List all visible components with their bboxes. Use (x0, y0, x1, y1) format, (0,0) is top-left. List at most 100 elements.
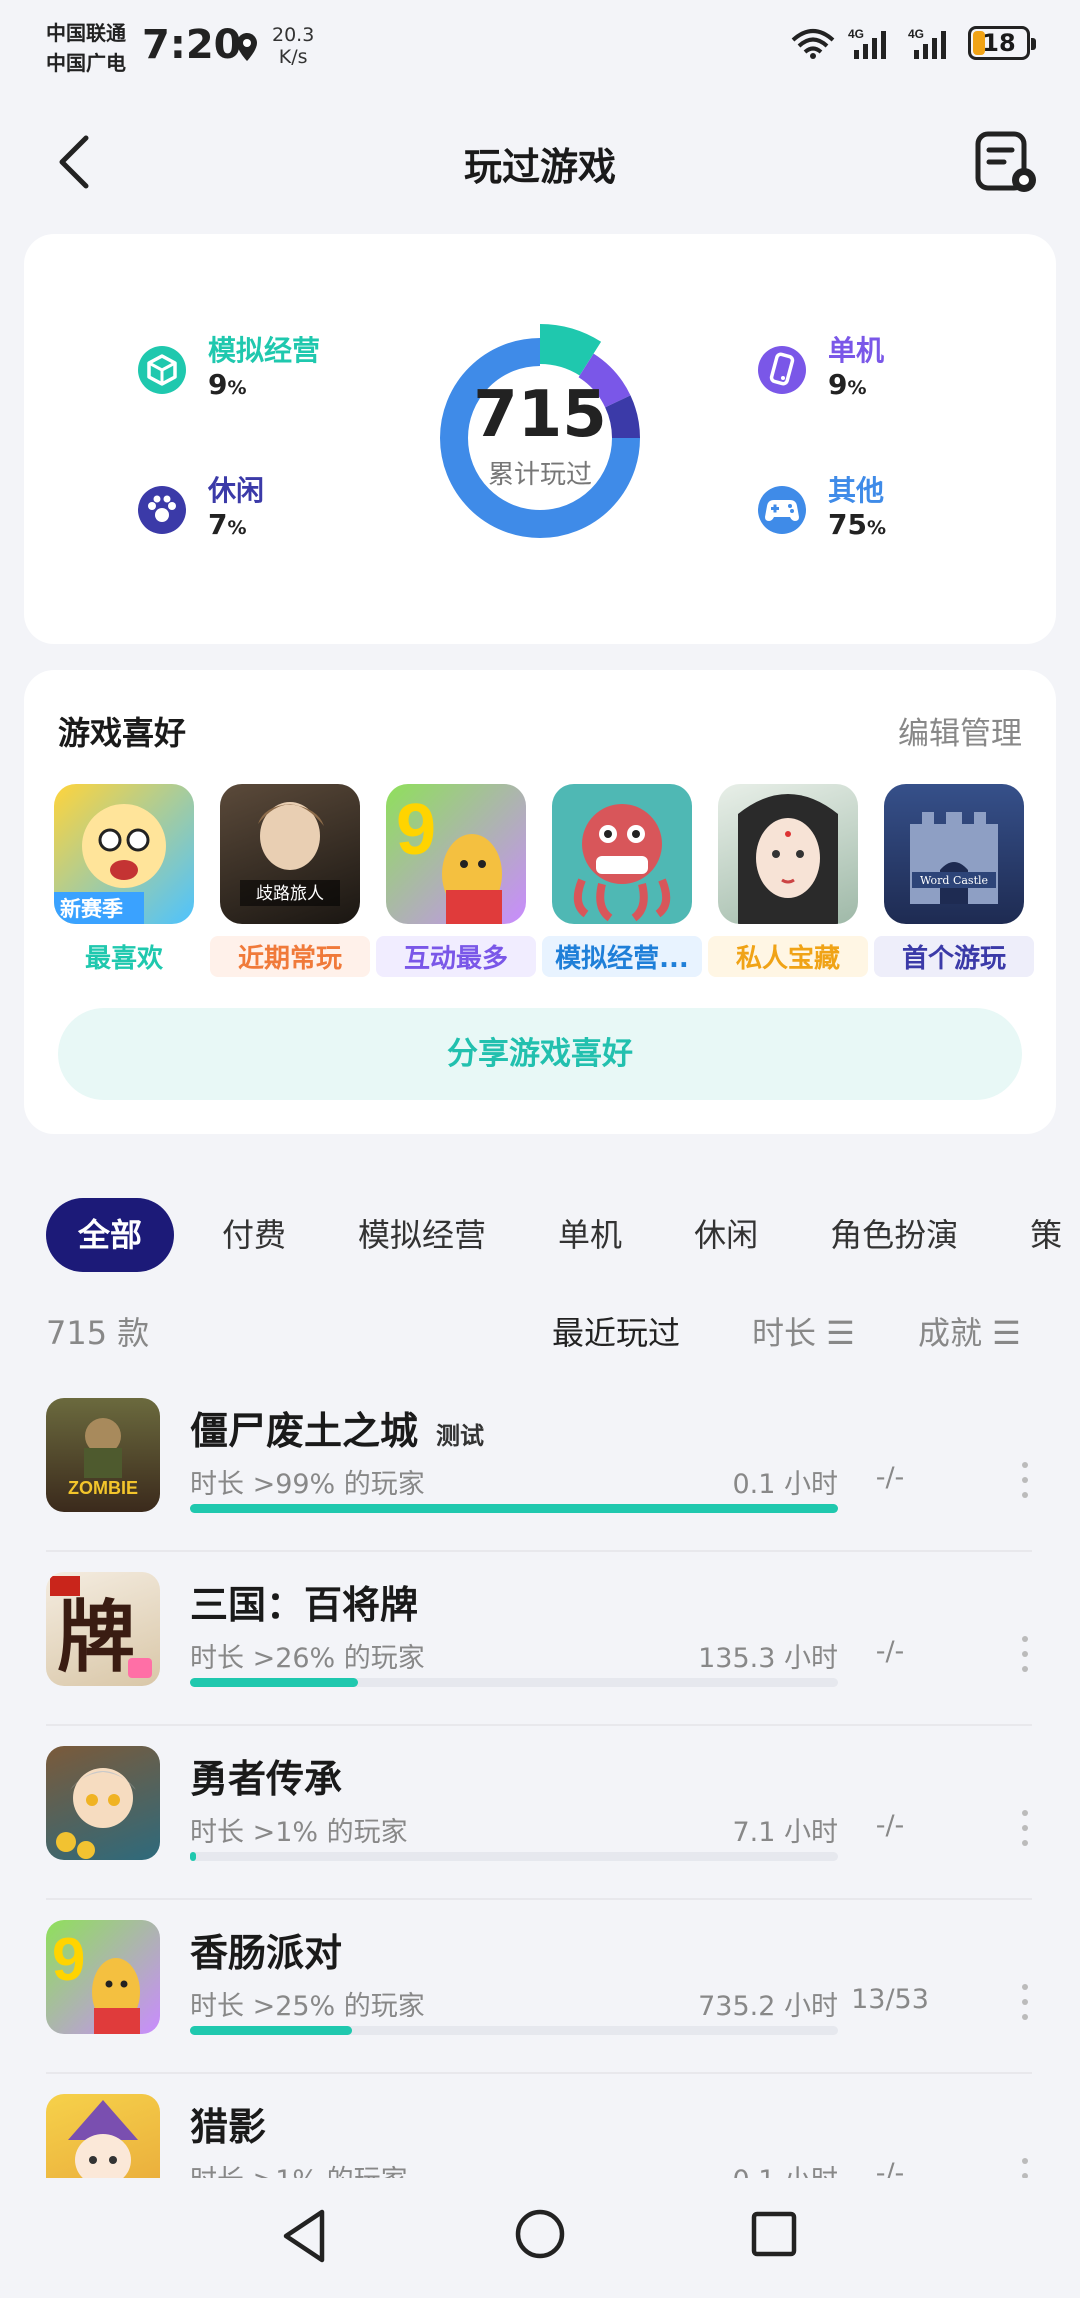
system-nav-bar (0, 2178, 1080, 2298)
svg-text:歧路旅人: 歧路旅人 (256, 884, 324, 904)
more-options-icon[interactable] (1018, 1982, 1032, 2022)
pref-item-interactive[interactable]: 9 互动最多 (376, 784, 536, 977)
game-icon: 9 (386, 784, 526, 924)
pref-label: 近期常玩 (210, 936, 370, 977)
pref-item-recent[interactable]: 歧路旅人 近期常玩 (210, 784, 370, 977)
more-options-icon[interactable] (1018, 1460, 1032, 1500)
category-percent: 75% (828, 508, 887, 541)
speed-value: 20.3 (272, 24, 315, 46)
svg-text:ZOMBIE: ZOMBIE (68, 1478, 138, 1498)
category-casual[interactable]: 休闲 7% (136, 474, 264, 545)
game-row[interactable]: 猎影 时长 >1% 的玩家 0.1 小时 -/- (46, 2074, 1032, 2178)
game-name: 猎影 (190, 2105, 267, 2149)
game-icon: 牌 (46, 1572, 160, 1686)
battery-level: 18 (982, 29, 1016, 57)
sort-achievement[interactable]: 成就 ☰ (918, 1308, 1021, 1354)
game-list: ZOMBIE 僵尸废土之城 测试 时长 >99% 的玩家 0.1 小时 -/- 牌… (0, 1378, 1080, 2178)
nav-home-icon[interactable] (514, 2208, 566, 2260)
svg-text:4G: 4G (848, 27, 864, 41)
preference-title: 游戏喜好 (58, 714, 187, 752)
game-achievement: -/- (875, 1462, 905, 1493)
game-icon: 新赛季 (54, 784, 194, 924)
battery-indicator: 18 (968, 26, 1036, 60)
game-icon: 歧路旅人 (220, 784, 360, 924)
game-icon: Word Castle (884, 784, 1024, 924)
category-name: 模拟经营 (208, 334, 321, 367)
category-other[interactable]: 其他 75% (756, 474, 886, 545)
nav-back-icon[interactable] (280, 2208, 328, 2264)
game-row[interactable]: 勇者传承 时长 >1% 的玩家 7.1 小时 -/- (46, 1726, 1032, 1900)
page-title: 玩过游戏 (463, 145, 616, 189)
filter-strategy[interactable]: 策 (1030, 1198, 1062, 1272)
game-duration-rank: 时长 >26% 的玩家 (190, 1643, 425, 1674)
duration-progress-bar (190, 1504, 838, 1513)
filter-casual[interactable]: 休闲 (694, 1198, 758, 1272)
more-options-icon[interactable] (1018, 1634, 1032, 1674)
duration-progress-bar (190, 1852, 838, 1861)
pref-item-first[interactable]: Word Castle 首个游玩 (874, 784, 1034, 977)
pref-item-simulation[interactable]: 模拟经营... (542, 784, 702, 977)
game-name: 僵尸废土之城 测试 (190, 1409, 485, 1453)
game-icon (46, 2094, 160, 2178)
carrier-1: 中国联通 (46, 21, 126, 45)
status-icons: 4G 4G 18 (790, 26, 1036, 60)
category-filter-tabs: 全部 付费 模拟经营 单机 休闲 角色扮演 策 (46, 1198, 1080, 1272)
game-duration-rank: 时长 >1% 的玩家 (190, 2158, 408, 2178)
category-percent: 9% (828, 368, 867, 401)
svg-text:新赛季: 新赛季 (60, 897, 123, 921)
game-row[interactable]: 牌 三国：百将牌 时长 >26% 的玩家 135.3 小时 -/- (46, 1552, 1032, 1726)
carrier-2: 中国广电 (46, 51, 126, 75)
duration-progress-bar (190, 2026, 838, 2035)
game-duration-rank: 时长 >99% 的玩家 (190, 1469, 425, 1500)
game-name: 勇者传承 (190, 1757, 343, 1801)
paw-icon (138, 485, 186, 534)
game-duration-rank: 时长 >1% 的玩家 (190, 1817, 408, 1848)
game-row[interactable]: ZOMBIE 僵尸废土之城 测试 时长 >99% 的玩家 0.1 小时 -/- (46, 1378, 1032, 1552)
svg-text:9: 9 (396, 790, 436, 870)
category-name: 休闲 (208, 474, 265, 507)
sort-duration[interactable]: 时长 ☰ (752, 1308, 855, 1354)
pref-item-treasure[interactable]: 私人宝藏 (708, 784, 868, 977)
test-tag: 测试 (436, 1422, 485, 1450)
pref-item-favorite[interactable]: 新赛季 最喜欢 (54, 784, 194, 977)
signal-4g-icon: 4G (848, 27, 886, 59)
game-icon: ZOMBIE (46, 1398, 160, 1512)
svg-text:9: 9 (52, 1926, 85, 1993)
svg-text:4G: 4G (908, 27, 924, 41)
filter-rpg[interactable]: 角色扮演 (830, 1198, 958, 1272)
category-single-player[interactable]: 单机 9% (756, 334, 884, 405)
edit-manage-button[interactable]: 编辑管理 (898, 708, 1022, 753)
game-icon (552, 784, 692, 924)
game-hours: 0.1 小时 (732, 1469, 838, 1500)
cube-icon (138, 345, 186, 394)
status-time: 7:20 (142, 22, 242, 68)
pref-label: 互动最多 (376, 936, 536, 977)
filter-all[interactable]: 全部 (46, 1198, 175, 1272)
category-simulation[interactable]: 模拟经营 9% (136, 334, 320, 405)
game-achievement: -/- (875, 1636, 905, 1667)
game-achievement: -/- (875, 2158, 905, 2178)
filter-single-player[interactable]: 单机 (558, 1198, 622, 1272)
more-options-icon[interactable] (1018, 1808, 1032, 1848)
category-name: 单机 (828, 334, 885, 367)
pref-label: 模拟经营... (542, 936, 702, 977)
speed-unit: K/s (278, 46, 308, 68)
filter-paid[interactable]: 付费 (222, 1198, 286, 1272)
location-icon (237, 33, 257, 61)
pref-label: 最喜欢 (84, 944, 163, 974)
sort-recent[interactable]: 最近玩过 (552, 1308, 680, 1354)
game-icon: 9 (46, 1920, 160, 2034)
more-options-icon[interactable] (1018, 2156, 1032, 2178)
nav-recents-icon[interactable] (750, 2210, 798, 2258)
filter-simulation[interactable]: 模拟经营 (358, 1198, 486, 1272)
game-row[interactable]: 9 香肠派对 时长 >25% 的玩家 735.2 小时 13/53 (46, 1900, 1032, 2074)
list-settings-button[interactable] (974, 130, 1040, 196)
phone-icon (758, 345, 806, 394)
share-preference-button[interactable]: 分享游戏喜好 (58, 1008, 1022, 1100)
game-hours: 135.3 小时 (698, 1643, 838, 1674)
pref-label: 私人宝藏 (708, 936, 868, 977)
game-hours: 0.1 小时 (732, 2158, 838, 2178)
game-duration-rank: 时长 >25% 的玩家 (190, 1991, 425, 2022)
game-hours: 735.2 小时 (698, 1991, 838, 2022)
donut-segment-cube (539, 324, 602, 376)
